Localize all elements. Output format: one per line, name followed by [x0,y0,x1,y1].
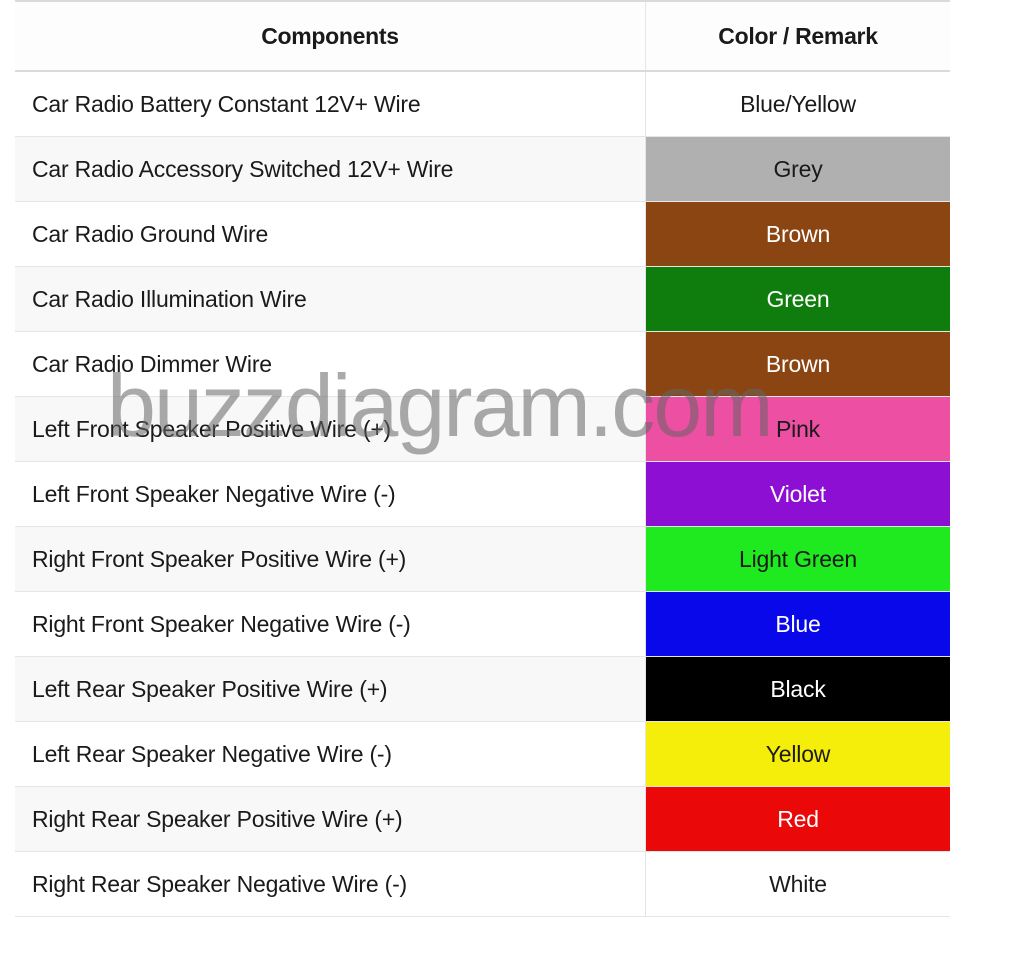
table-header-row: Components Color / Remark [15,0,950,72]
table-row: Car Radio Dimmer Wire Brown [15,332,950,397]
component-label: Right Front Speaker Positive Wire (+) [32,546,406,573]
component-cell: Left Rear Speaker Positive Wire (+) [15,657,646,721]
component-label: Car Radio Ground Wire [32,221,268,248]
header-components-label: Components [261,23,399,50]
header-color: Color / Remark [646,2,950,70]
wiring-table: Components Color / Remark Car Radio Batt… [15,0,950,917]
component-cell: Left Front Speaker Positive Wire (+) [15,397,646,461]
component-label: Left Rear Speaker Negative Wire (-) [32,741,392,768]
table-row: Car Radio Battery Constant 12V+ Wire Blue… [15,72,950,137]
component-label: Right Rear Speaker Positive Wire (+) [32,806,403,833]
color-label: Light Green [739,546,857,573]
component-label: Left Front Speaker Negative Wire (-) [32,481,395,508]
component-cell: Car Radio Illumination Wire [15,267,646,331]
component-cell: Right Front Speaker Negative Wire (-) [15,592,646,656]
color-cell: Green [646,267,950,331]
color-cell: Black [646,657,950,721]
table-row: Right Front Speaker Negative Wire (-) Blu… [15,592,950,657]
color-label: Red [777,806,819,833]
color-label: Brown [766,351,830,378]
component-label: Right Rear Speaker Negative Wire (-) [32,871,407,898]
component-label: Car Radio Battery Constant 12V+ Wire [32,91,420,118]
component-cell: Car Radio Dimmer Wire [15,332,646,396]
component-label: Right Front Speaker Negative Wire (-) [32,611,411,638]
color-label: Blue/Yellow [740,91,856,118]
color-label: Violet [770,481,826,508]
color-label: Brown [766,221,830,248]
table-row: Right Rear Speaker Negative Wire (-) Whit… [15,852,950,917]
component-label: Car Radio Dimmer Wire [32,351,272,378]
table-row: Right Rear Speaker Positive Wire (+) Red [15,787,950,852]
table-row: Right Front Speaker Positive Wire (+) Lig… [15,527,950,592]
color-label: White [769,871,827,898]
header-components: Components [15,2,646,70]
color-cell: Light Green [646,527,950,591]
color-label: Grey [773,156,822,183]
component-cell: Right Rear Speaker Positive Wire (+) [15,787,646,851]
color-cell: Blue [646,592,950,656]
component-cell: Car Radio Accessory Switched 12V+ Wire [15,137,646,201]
color-cell: Yellow [646,722,950,786]
color-label: Green [767,286,830,313]
color-label: Yellow [766,741,830,768]
color-cell: Blue/Yellow [646,72,950,136]
table-row: Left Rear Speaker Negative Wire (-) Yello… [15,722,950,787]
table-row: Left Rear Speaker Positive Wire (+) Black [15,657,950,722]
table-row: Left Front Speaker Positive Wire (+) Pink [15,397,950,462]
component-label: Car Radio Accessory Switched 12V+ Wire [32,156,453,183]
table-row: Car Radio Illumination Wire Green [15,267,950,332]
table-row: Car Radio Accessory Switched 12V+ Wire Gr… [15,137,950,202]
component-label: Left Rear Speaker Positive Wire (+) [32,676,387,703]
component-cell: Left Rear Speaker Negative Wire (-) [15,722,646,786]
color-cell: White [646,852,950,916]
color-cell: Violet [646,462,950,526]
color-cell: Pink [646,397,950,461]
color-cell: Grey [646,137,950,201]
component-cell: Right Front Speaker Positive Wire (+) [15,527,646,591]
component-label: Car Radio Illumination Wire [32,286,307,313]
color-cell: Red [646,787,950,851]
table-body: Car Radio Battery Constant 12V+ Wire Blue… [15,72,950,917]
table-row: Car Radio Ground Wire Brown [15,202,950,267]
component-label: Left Front Speaker Positive Wire (+) [32,416,391,443]
component-cell: Left Front Speaker Negative Wire (-) [15,462,646,526]
color-cell: Brown [646,332,950,396]
component-cell: Right Rear Speaker Negative Wire (-) [15,852,646,916]
color-cell: Brown [646,202,950,266]
color-label: Blue [775,611,820,638]
component-cell: Car Radio Ground Wire [15,202,646,266]
color-label: Black [770,676,825,703]
table-row: Left Front Speaker Negative Wire (-) Viol… [15,462,950,527]
header-color-label: Color / Remark [718,23,877,50]
component-cell: Car Radio Battery Constant 12V+ Wire [15,72,646,136]
color-label: Pink [776,416,820,443]
